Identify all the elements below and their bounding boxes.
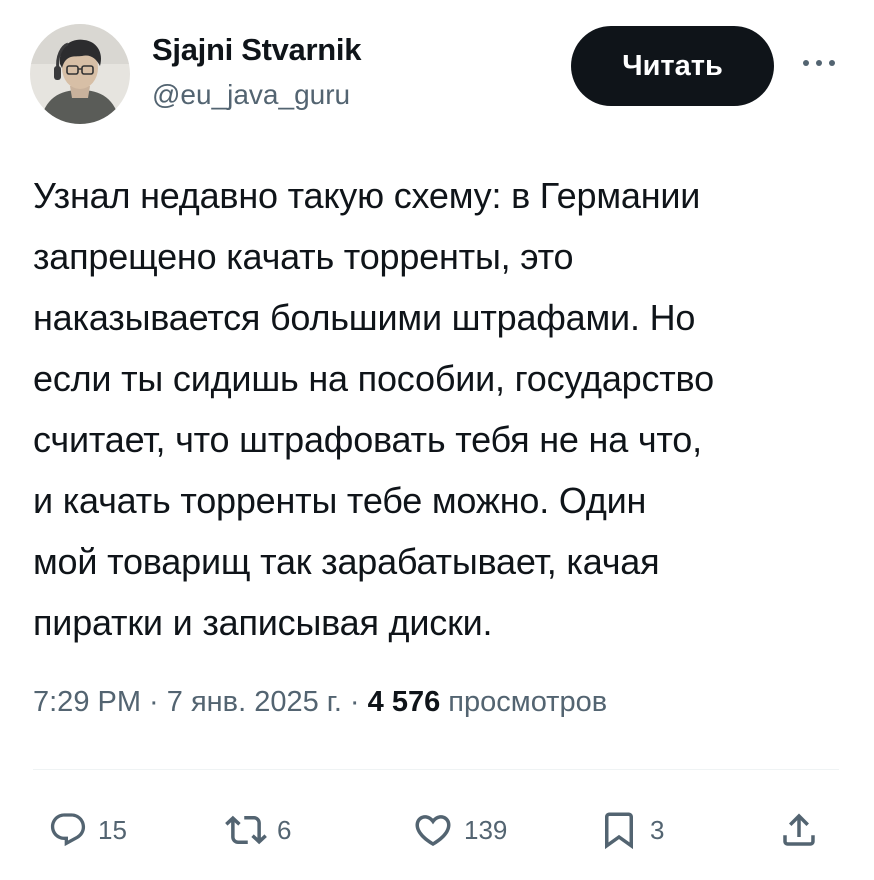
divider xyxy=(33,769,839,770)
repost-button[interactable]: 6 xyxy=(225,800,291,860)
follow-button[interactable]: Читать xyxy=(571,26,774,106)
tweet-meta: 7:29 PM · 7 янв. 2025 г. · 4 576 просмот… xyxy=(33,682,607,722)
bookmark-icon xyxy=(605,812,633,850)
share-icon xyxy=(783,813,815,846)
reply-count: 15 xyxy=(98,815,127,845)
views-label: просмотров xyxy=(440,686,608,718)
user-info: Sjajni Stvarnik @eu_java_guru xyxy=(152,30,361,114)
meta-separator: · xyxy=(141,686,167,718)
tweet-header: Sjajni Stvarnik @eu_java_guru Читать xyxy=(30,24,844,124)
more-options-button[interactable] xyxy=(794,48,844,78)
like-count: 139 xyxy=(464,815,508,845)
share-button[interactable] xyxy=(778,800,820,860)
action-bar: 15 6 139 3 xyxy=(0,800,874,860)
author-handle[interactable]: @eu_java_guru xyxy=(152,76,361,114)
heart-icon xyxy=(415,815,451,847)
bookmark-button[interactable]: 3 xyxy=(598,800,664,860)
author-name[interactable]: Sjajni Stvarnik xyxy=(152,30,361,70)
avatar[interactable] xyxy=(30,24,130,124)
reply-icon xyxy=(50,813,86,847)
views-count: 4 576 xyxy=(367,686,441,718)
tweet-date[interactable]: 7 янв. 2025 г. xyxy=(167,686,342,718)
like-button[interactable]: 139 xyxy=(412,800,507,860)
tweet-time[interactable]: 7:29 PM xyxy=(33,686,141,718)
user-avatar-icon xyxy=(30,24,130,124)
reply-button[interactable]: 15 xyxy=(48,800,127,860)
tweet-text: Узнал недавно такую схему: в Германии за… xyxy=(33,175,714,643)
meta-separator: · xyxy=(341,686,368,718)
more-dots-icon xyxy=(803,60,835,66)
repost-icon xyxy=(225,815,267,845)
repost-count: 6 xyxy=(277,815,292,845)
bookmark-count: 3 xyxy=(650,815,665,845)
